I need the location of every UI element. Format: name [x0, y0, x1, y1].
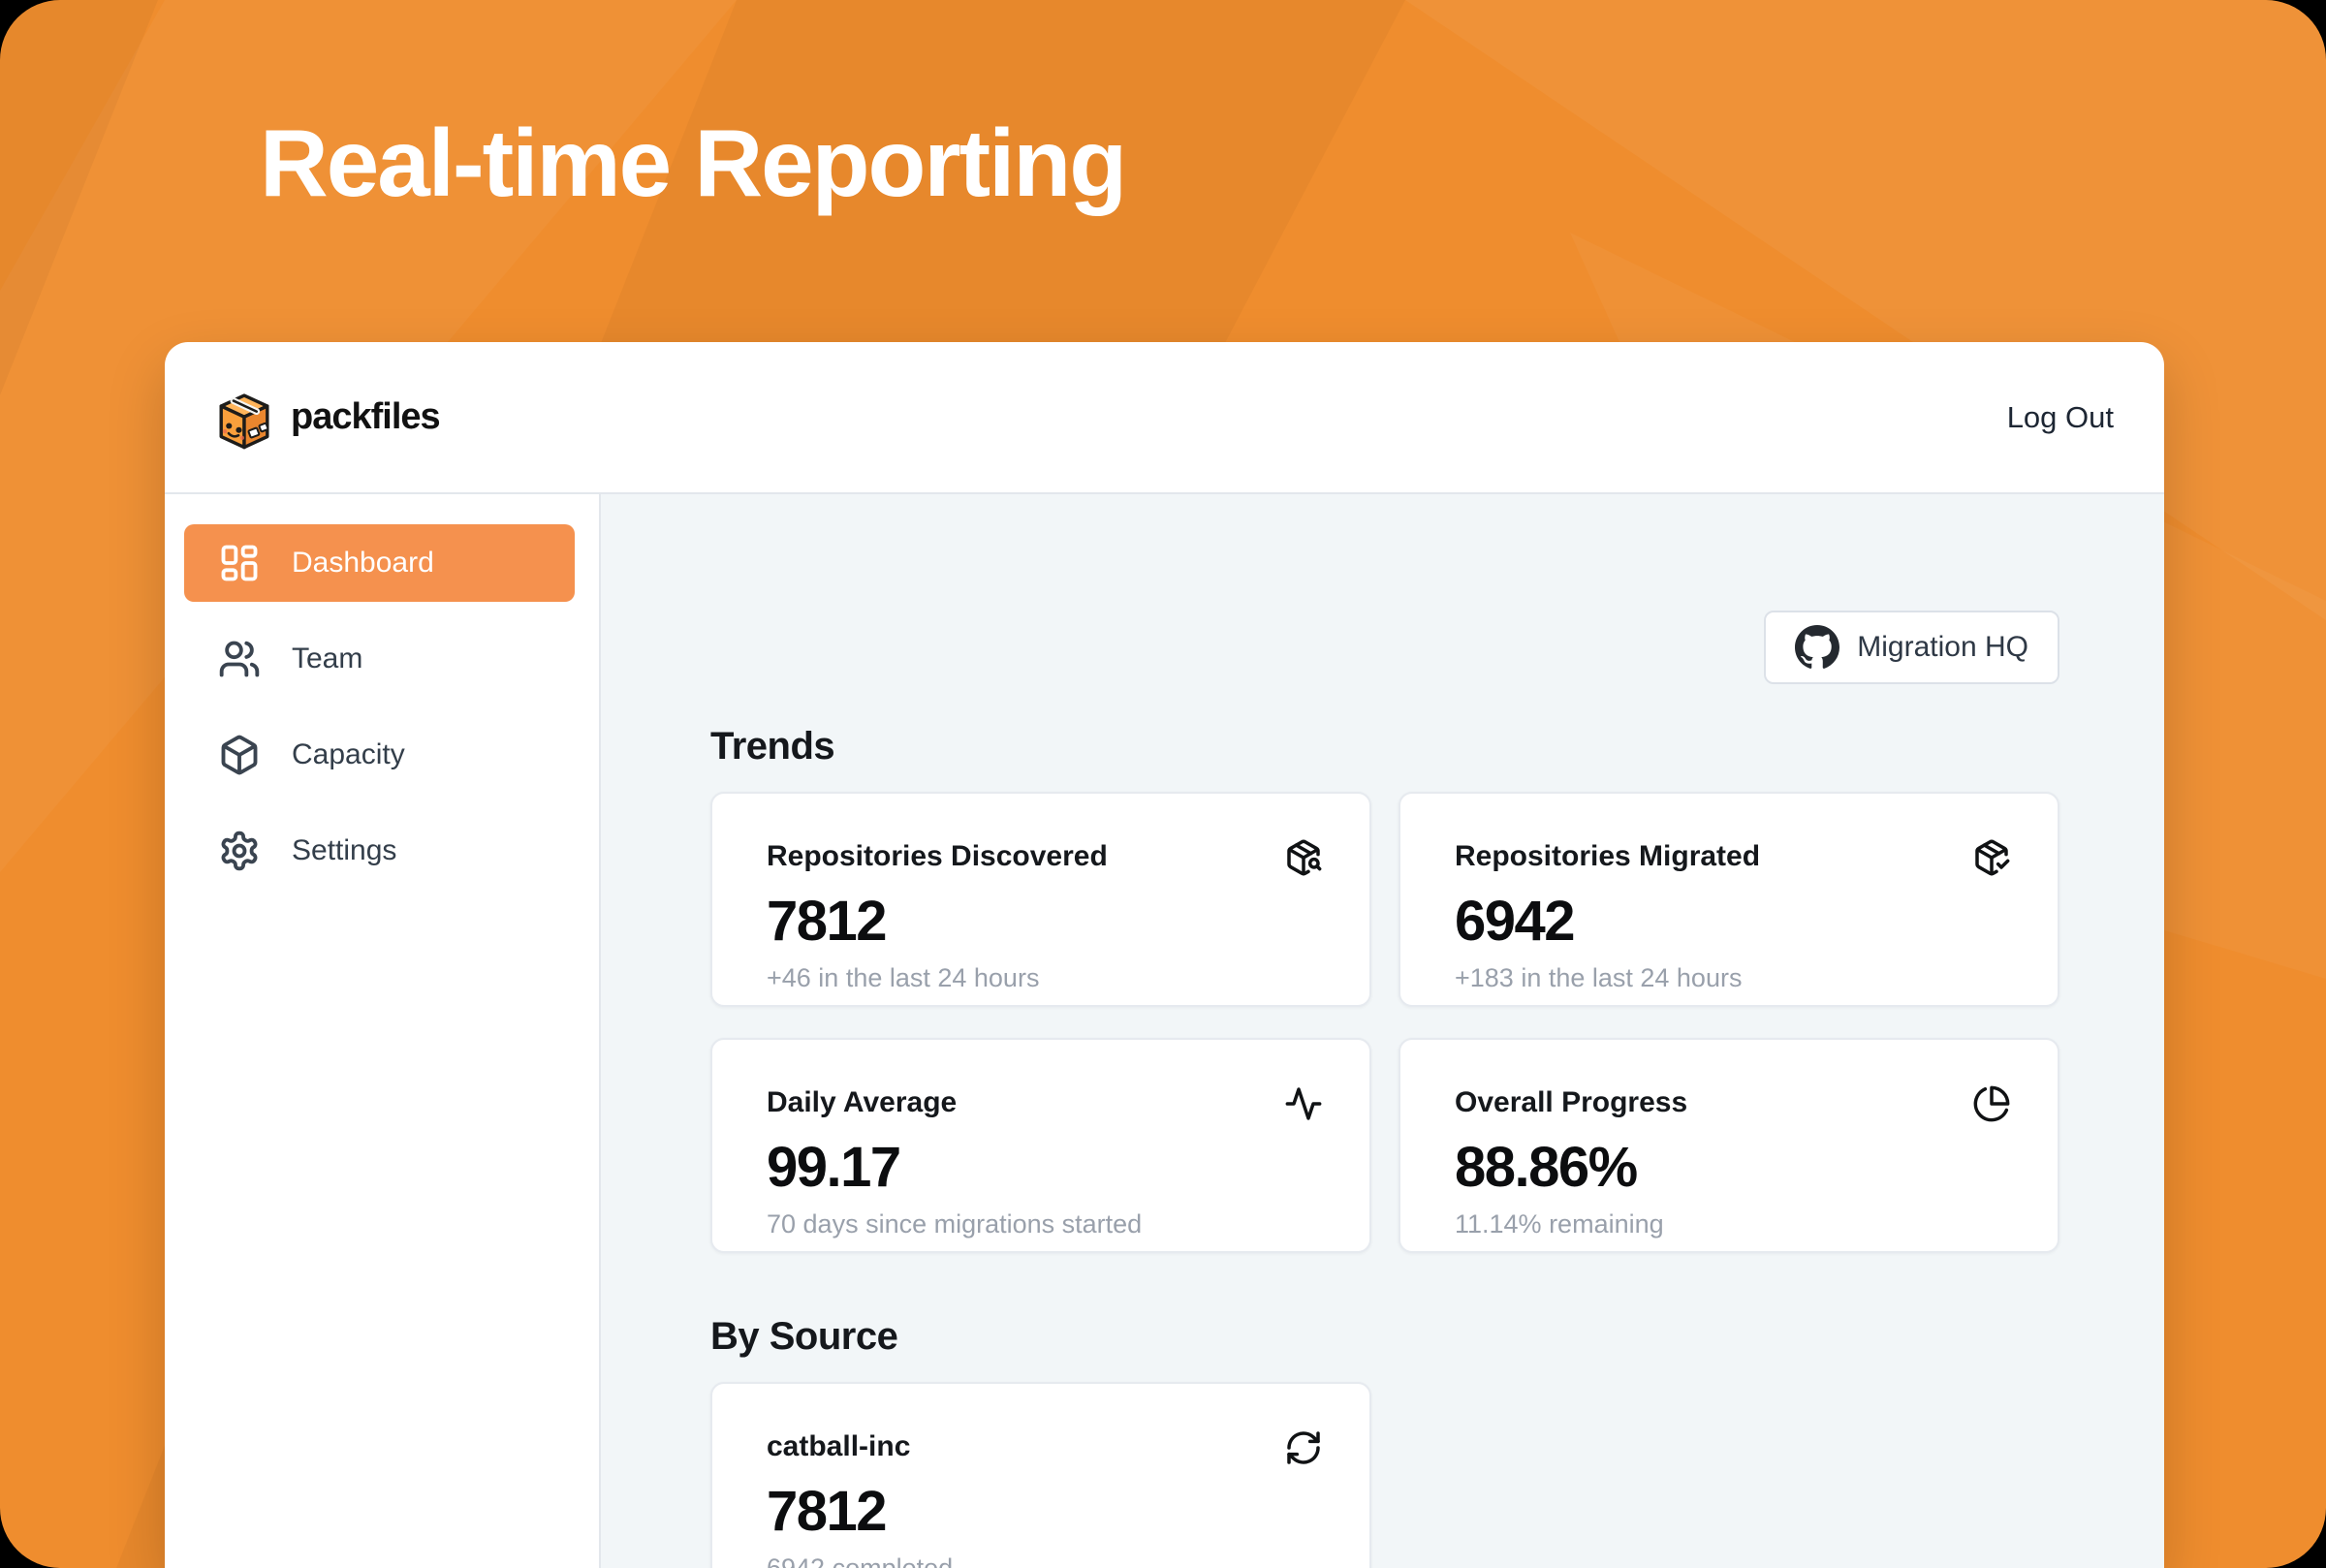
stat-value: 88.86%: [1455, 1135, 2011, 1200]
stat-card-daily-average: Daily Average 99.17 70 days since migrat…: [710, 1038, 1371, 1253]
stat-subtext: 70 days since migrations started: [767, 1209, 1323, 1239]
sidebar-item-label: Settings: [292, 834, 396, 867]
by-source-card-grid: catball-inc 781: [710, 1382, 2059, 1568]
stat-subtext: +46 in the last 24 hours: [767, 963, 1323, 993]
github-icon: [1795, 625, 1839, 670]
sidebar-item-dashboard[interactable]: Dashboard: [184, 524, 575, 602]
stat-title: Overall Progress: [1455, 1086, 1687, 1119]
trends-card-grid: Repositories Discovered 7812: [710, 792, 2059, 1253]
stat-card-repositories-migrated: Repositories Migrated 6942: [1399, 792, 2059, 1007]
page-title: Real-time Reporting: [260, 109, 1125, 218]
stat-title: Daily Average: [767, 1086, 957, 1119]
migration-hq-label: Migration HQ: [1857, 631, 2028, 664]
layout-dashboard-icon: [218, 542, 261, 584]
main-content: Migration HQ Trends Repositories Discove…: [601, 494, 2164, 1568]
sidebar-item-team[interactable]: Team: [184, 620, 575, 698]
users-icon: [218, 638, 261, 680]
brand-name: packfiles: [291, 396, 440, 438]
stat-card-overall-progress: Overall Progress 88.86% 11.14% remaining: [1399, 1038, 2059, 1253]
package-icon: [218, 734, 261, 776]
stat-card-catball-inc: catball-inc 781: [710, 1382, 1371, 1568]
stat-card-repositories-discovered: Repositories Discovered 7812: [710, 792, 1371, 1007]
brand: packfiles: [211, 383, 440, 453]
toolbar: Migration HQ: [710, 611, 2059, 684]
package-check-icon: [1972, 838, 2011, 877]
dashboard-window: packfiles Log Out: [165, 342, 2164, 1568]
by-source-heading: By Source: [710, 1315, 2059, 1359]
pie-chart-icon: [1972, 1084, 2011, 1123]
stat-value: 7812: [767, 889, 1323, 954]
gear-icon: [218, 830, 261, 872]
stat-subtext: 6942 completed: [767, 1553, 1323, 1568]
sidebar-item-label: Team: [292, 643, 362, 675]
sidebar: Dashboard Team: [165, 494, 601, 1568]
migration-hq-button[interactable]: Migration HQ: [1764, 611, 2059, 684]
stat-subtext: 11.14% remaining: [1455, 1209, 2011, 1239]
packfiles-box-logo-icon: [211, 383, 277, 453]
trends-heading: Trends: [710, 725, 2059, 768]
stat-title: Repositories Discovered: [767, 840, 1108, 873]
sidebar-item-capacity[interactable]: Capacity: [184, 716, 575, 794]
stat-subtext: +183 in the last 24 hours: [1455, 963, 2011, 993]
sidebar-item-settings[interactable]: Settings: [184, 812, 575, 890]
stat-value: 6942: [1455, 889, 2011, 954]
stat-title: catball-inc: [767, 1430, 910, 1463]
activity-icon: [1284, 1084, 1323, 1123]
sidebar-item-label: Capacity: [292, 738, 405, 771]
screenshot-stage: Real-time Reporting: [0, 0, 2326, 1568]
orange-background: Real-time Reporting: [0, 0, 2326, 1568]
stat-title: Repositories Migrated: [1455, 840, 1760, 873]
log-out-link[interactable]: Log Out: [2007, 400, 2114, 435]
panel-body: Dashboard Team: [165, 494, 2164, 1568]
stat-value: 99.17: [767, 1135, 1323, 1200]
stat-value: 7812: [767, 1479, 1323, 1544]
package-search-icon: [1284, 838, 1323, 877]
sidebar-item-label: Dashboard: [292, 547, 434, 580]
sync-icon: [1284, 1428, 1323, 1467]
app-header: packfiles Log Out: [165, 342, 2164, 494]
